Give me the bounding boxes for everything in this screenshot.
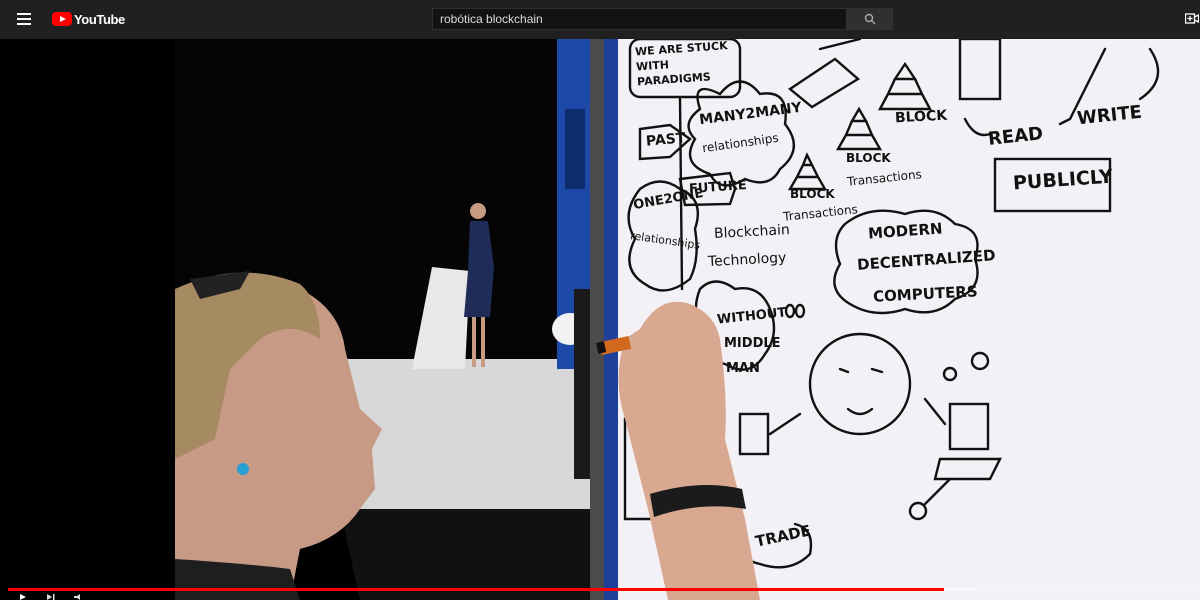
label-block-2: BLOCK [846, 151, 891, 165]
label-many2many: MANY2MANY [698, 99, 803, 129]
player-controls [0, 592, 1200, 600]
label-modern: MODERN [867, 219, 944, 243]
youtube-play-logo-icon [52, 12, 72, 26]
search-input[interactable] [432, 8, 847, 30]
logo-text: YouTube [74, 11, 125, 27]
label-one-relationships: relationships [629, 229, 701, 252]
label-transactions-2: Transactions [846, 167, 923, 189]
whiteboard-text: WE ARE STUCK WITH PARADIGMS PAST FUTURE … [0, 39, 1200, 600]
label-block-1: BLOCK [790, 187, 835, 201]
search-button[interactable] [847, 8, 893, 30]
label-transactions-1: Transactions [782, 202, 859, 224]
label-publicly: PUBLICLY [1012, 165, 1114, 195]
video-player[interactable]: WE ARE STUCK WITH PARADIGMS PAST FUTURE … [0, 39, 1200, 600]
label-trade: TRADE [753, 521, 813, 551]
progress-bar[interactable] [8, 588, 1200, 591]
youtube-logo[interactable]: YouTube [52, 10, 125, 28]
label-without: WITHOUT [716, 305, 788, 328]
label-computers: COMPUTERS [872, 282, 979, 306]
label-many-relationships: relationships [701, 130, 780, 156]
masthead: YouTube [0, 0, 1200, 39]
label-man: MAN [726, 361, 760, 376]
create-video-icon[interactable] [1185, 12, 1199, 26]
label-middle: MIDDLE [724, 336, 781, 351]
label-decentralized: DECENTRALIZED [856, 246, 997, 274]
search-icon [864, 13, 876, 25]
label-blockchain: Blockchain [713, 222, 791, 242]
label-read: READ [987, 123, 1044, 150]
progress-played [8, 588, 944, 591]
label-one2one: ONE2ONE [632, 185, 705, 214]
play-icon[interactable] [18, 594, 28, 600]
label-write: WRITE [1076, 101, 1143, 130]
volume-icon[interactable] [74, 594, 84, 600]
label-block-3: BLOCK [894, 107, 948, 127]
search-bar [432, 8, 893, 30]
label-technology: Technology [707, 249, 787, 271]
label-past: PAST [645, 130, 687, 150]
hamburger-menu-icon[interactable] [14, 9, 36, 29]
next-icon[interactable] [46, 594, 56, 600]
note-stuck-paradigms: WE ARE STUCK WITH PARADIGMS [634, 39, 729, 89]
